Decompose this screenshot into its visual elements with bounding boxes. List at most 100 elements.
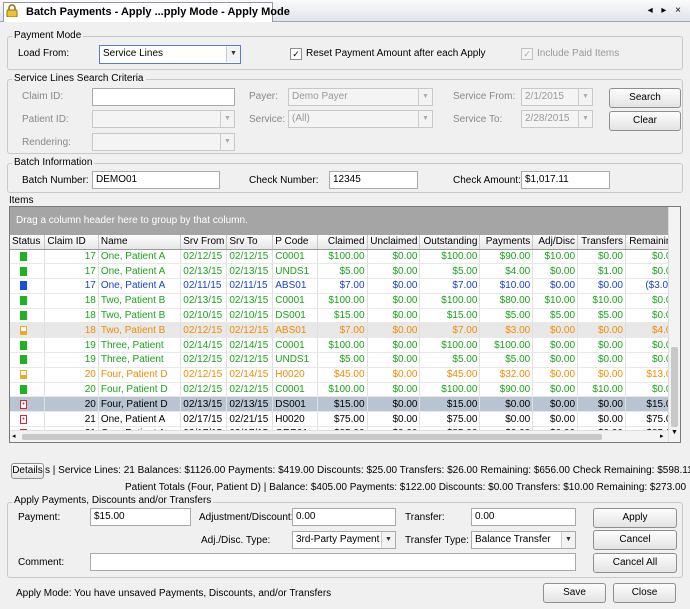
- grid-cell: H0020: [272, 411, 318, 428]
- grid-cell: 02/10/15: [226, 308, 274, 324]
- clear-button[interactable]: Clear: [609, 111, 681, 131]
- status-cell: [10, 278, 46, 294]
- grid-cell: $100.00: [317, 293, 368, 309]
- grid-cell: 18: [44, 308, 99, 324]
- transfer-type-dropdown[interactable]: Balance Transfer ▼: [471, 531, 576, 549]
- grid-cell: 20: [44, 396, 99, 413]
- grid-cell: $100.00: [419, 249, 481, 265]
- grid-cell: Four, Patient D: [98, 396, 182, 413]
- comment-input[interactable]: [90, 553, 576, 571]
- status-green-icon: [20, 296, 27, 306]
- column-header[interactable]: Unclaimed: [367, 235, 421, 250]
- check-amount-input[interactable]: $1,017.11: [521, 171, 610, 189]
- claim-id-input[interactable]: [92, 88, 235, 106]
- grid-cell: $10.00: [479, 278, 534, 294]
- status-red-icon: •: [20, 414, 27, 424]
- apply-button[interactable]: Apply: [593, 508, 677, 528]
- grid-cell: 02/12/15: [226, 249, 274, 265]
- include-paid-label: Include Paid Items: [537, 48, 620, 59]
- column-header[interactable]: Status: [10, 235, 46, 250]
- tab-nav-buttons[interactable]: ◂ ▸ ×: [648, 5, 684, 16]
- vertical-scrollbar[interactable]: ▼: [668, 207, 680, 442]
- cancel-all-button[interactable]: Cancel All: [593, 553, 677, 573]
- items-header-row: Status Claim ID Name Srv From Srv To P Code Cl…: [10, 235, 680, 250]
- details-button[interactable]: Details: [11, 463, 44, 479]
- items-grid: Drag a column header here to group by th…: [9, 206, 681, 443]
- cancel-button[interactable]: Cancel: [593, 530, 677, 550]
- grid-cell: 02/13/15: [180, 396, 228, 413]
- status-cell: [10, 337, 46, 354]
- service-from-date[interactable]: 2/1/2015 ▼: [521, 88, 593, 106]
- table-row[interactable]: 17 One, Patient A 02/12/15 02/12/15 C0001 $10…: [10, 249, 680, 265]
- grid-cell: $0.00: [367, 249, 421, 265]
- table-row[interactable]: • 20 Four, Patient D 02/13/15 02/13/15 DS001 $…: [10, 396, 680, 413]
- grid-cell: $0.00: [577, 337, 626, 354]
- table-row[interactable]: 18 Two, Patient B 02/10/15 02/10/15 DS001 $15…: [10, 308, 680, 324]
- column-header[interactable]: Claim ID: [44, 235, 99, 250]
- grid-cell: $100.00: [479, 337, 534, 354]
- table-row[interactable]: • 21 One, Patient A 02/17/15 02/21/15 H0020 $7…: [10, 411, 680, 428]
- payer-value: Demo Payer: [292, 91, 348, 102]
- table-row[interactable]: 20 Four, Patient D 02/12/15 02/14/15 H0020 $4…: [10, 367, 680, 383]
- load-from-dropdown[interactable]: Service Lines ▼: [99, 45, 241, 64]
- grid-cell: $3.00: [479, 322, 534, 339]
- scroll-right-icon[interactable]: ▸: [660, 433, 666, 440]
- service-dropdown[interactable]: (All) ▼: [288, 110, 433, 128]
- column-header[interactable]: P Code: [272, 235, 318, 250]
- items-table: Status Claim ID Name Srv From Srv To P Code Cl…: [10, 235, 680, 442]
- column-header[interactable]: Srv From: [180, 235, 228, 250]
- column-header[interactable]: Payments: [479, 235, 534, 250]
- horizontal-scrollbar[interactable]: ◂ ▸: [10, 430, 668, 442]
- grid-cell: 02/17/15: [180, 411, 228, 428]
- payer-label: Payer:: [249, 91, 278, 102]
- table-row[interactable]: 19 Three, Patient 02/12/15 02/12/15 UNDS1 $5.…: [10, 352, 680, 368]
- grid-cell: One, Patient A: [98, 263, 182, 280]
- grid-cell: One, Patient A: [98, 278, 182, 294]
- include-paid-checkbox[interactable]: ✓: [521, 48, 533, 60]
- status-orange-icon: [20, 325, 27, 335]
- payer-dropdown[interactable]: Demo Payer ▼: [288, 88, 433, 106]
- service-to-date[interactable]: 2/28/2015 ▼: [521, 110, 593, 128]
- grid-cell: $0.00: [367, 411, 421, 428]
- grid-cell: 17: [44, 249, 99, 265]
- grid-cell: Three, Patient: [98, 352, 182, 368]
- rendering-dropdown[interactable]: ▼: [92, 133, 235, 151]
- chevron-down-icon: ▼: [220, 111, 234, 127]
- reset-amount-checkbox[interactable]: ✓: [290, 48, 302, 60]
- table-row[interactable]: 17 One, Patient A 02/13/15 02/13/15 UNDS1 $5.…: [10, 263, 680, 280]
- chevron-down-icon: ▼: [578, 111, 592, 127]
- table-row[interactable]: 20 Four, Patient D 02/12/15 02/12/15 C0001 $1…: [10, 382, 680, 398]
- grid-cell: $15.00: [317, 308, 368, 324]
- search-button[interactable]: Search: [609, 88, 681, 108]
- grid-cell: $5.00: [419, 352, 481, 368]
- grid-cell: DS001: [272, 308, 318, 324]
- column-header[interactable]: Srv To: [226, 235, 274, 250]
- scroll-down-icon[interactable]: ▼: [671, 429, 678, 436]
- column-header[interactable]: Adj/Disc: [532, 235, 579, 250]
- group-by-bar[interactable]: Drag a column header here to group by th…: [10, 207, 680, 235]
- check-number-input[interactable]: 12345: [329, 171, 418, 189]
- payment-input[interactable]: $15.00: [90, 508, 191, 526]
- grid-cell: $100.00: [419, 337, 481, 354]
- patient-id-dropdown[interactable]: ▼: [92, 110, 235, 128]
- table-row[interactable]: 18 Two, Patient B 02/12/15 02/12/15 ABS01 $7.…: [10, 322, 680, 339]
- grid-cell: $0.00: [367, 382, 421, 398]
- transfer-input[interactable]: 0.00: [471, 508, 576, 526]
- table-row[interactable]: 18 Two, Patient B 02/13/15 02/13/15 C0001 $10…: [10, 293, 680, 309]
- table-row[interactable]: 19 Three, Patient 02/14/15 02/14/15 C0001 $10…: [10, 337, 680, 354]
- close-button[interactable]: Close: [613, 583, 676, 603]
- grid-cell: $5.00: [479, 352, 534, 368]
- column-header[interactable]: Transfers: [577, 235, 626, 250]
- adjustment-input[interactable]: 0.00: [292, 508, 396, 526]
- grid-cell: 02/14/15: [226, 367, 274, 383]
- batch-number-input[interactable]: DEMO01: [92, 171, 220, 189]
- scroll-left-icon[interactable]: ◂: [12, 433, 18, 440]
- column-header[interactable]: Claimed: [317, 235, 368, 250]
- status-cell: •: [10, 411, 46, 428]
- column-header[interactable]: Outstanding: [419, 235, 481, 250]
- column-header[interactable]: Name: [98, 235, 182, 250]
- table-row[interactable]: 17 One, Patient A 02/11/15 02/11/15 ABS01 $7.…: [10, 278, 680, 294]
- adj-type-dropdown[interactable]: 3rd-Party Payment A ▼: [292, 531, 396, 549]
- save-button[interactable]: Save: [543, 583, 606, 603]
- document-tab[interactable]: Batch Payments - Apply ...pply Mode - Ap…: [3, 2, 290, 22]
